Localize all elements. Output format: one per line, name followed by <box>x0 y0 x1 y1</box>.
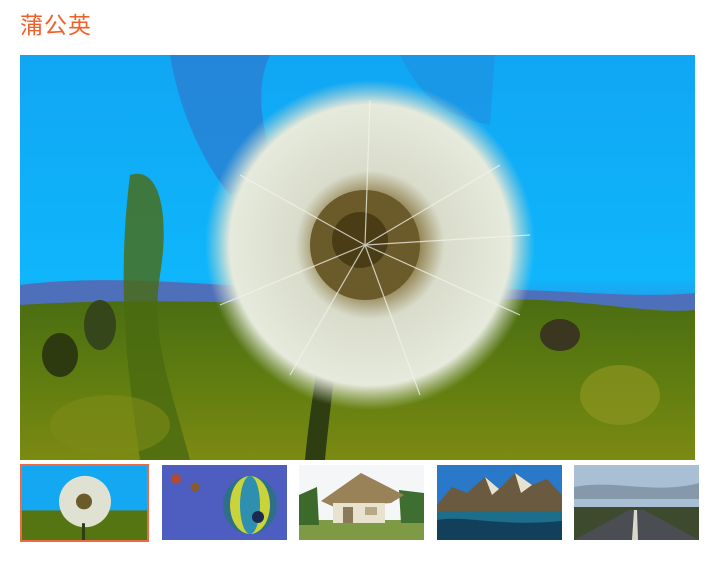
thumbnail-thatched-hut[interactable] <box>299 465 424 540</box>
thumbnail-mountain-lake[interactable] <box>437 465 562 540</box>
highway-thumbnail-image <box>574 465 699 540</box>
thumbnail-highway-sunset[interactable] <box>574 465 699 540</box>
mountain-thumbnail-image <box>437 465 562 540</box>
hut-thumbnail-image <box>299 465 424 540</box>
balloons-thumbnail-image <box>162 465 287 540</box>
gallery-title: 蒲公英 <box>20 13 92 39</box>
thumbnail-dandelion[interactable] <box>20 464 149 542</box>
main-image-dandelion <box>20 55 695 460</box>
dandelion-thumbnail-image <box>22 466 147 540</box>
thumbnail-hot-air-balloons[interactable] <box>162 465 287 540</box>
